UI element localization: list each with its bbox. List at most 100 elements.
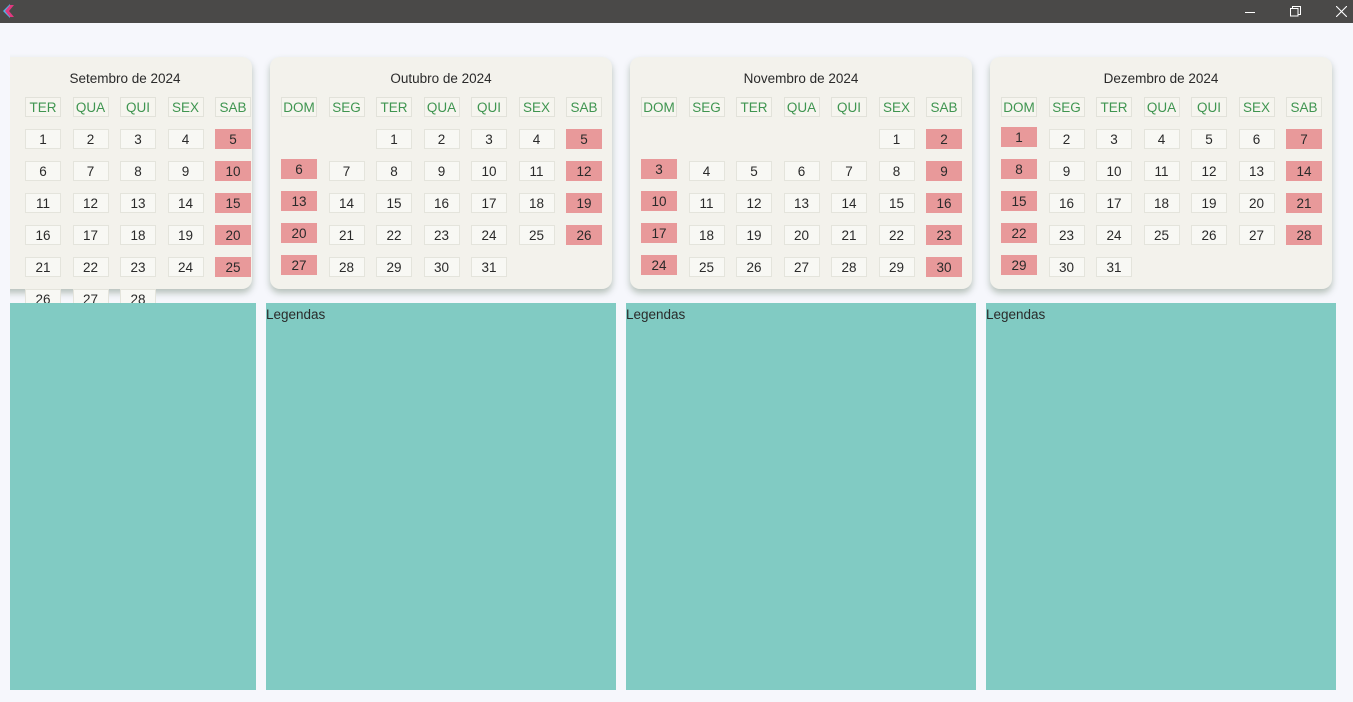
close-button[interactable]	[1321, 0, 1353, 23]
minimize-button[interactable]	[1230, 0, 1270, 23]
day-cell[interactable]: 7	[831, 161, 867, 181]
day-cell[interactable]: 18	[518, 193, 555, 213]
day-cell[interactable]: 13	[120, 193, 156, 213]
day-cell-weekend[interactable]: 26	[566, 225, 602, 245]
day-cell[interactable]: 23	[1048, 225, 1085, 245]
day-cell[interactable]: 3	[120, 129, 156, 149]
day-cell-weekend[interactable]: 16	[926, 193, 962, 213]
day-cell[interactable]: 24	[1096, 225, 1132, 245]
day-cell[interactable]: 16	[25, 225, 61, 245]
day-cell[interactable]: 26	[736, 257, 772, 277]
day-cell[interactable]: 18	[688, 225, 725, 245]
day-cell[interactable]: 2	[1048, 129, 1085, 149]
day-cell[interactable]: 15	[878, 193, 915, 213]
day-cell[interactable]: 8	[878, 161, 915, 181]
day-cell[interactable]: 8	[120, 161, 156, 181]
day-cell[interactable]: 23	[423, 225, 460, 245]
day-cell[interactable]: 16	[1048, 193, 1085, 213]
day-cell[interactable]: 3	[1096, 129, 1132, 149]
day-cell[interactable]: 4	[167, 129, 204, 149]
day-cell-weekend[interactable]: 13	[281, 191, 317, 211]
day-cell-weekend[interactable]: 5	[215, 129, 251, 149]
day-cell-weekend[interactable]: 2	[926, 129, 962, 149]
day-cell[interactable]: 25	[518, 225, 555, 245]
day-cell[interactable]: 23	[120, 257, 156, 277]
day-cell[interactable]: 19	[1191, 193, 1227, 213]
day-cell-weekend[interactable]: 29	[1001, 255, 1037, 275]
day-cell-weekend[interactable]: 23	[926, 225, 962, 245]
day-cell-weekend[interactable]: 24	[641, 255, 677, 275]
day-cell-weekend[interactable]: 8	[1001, 159, 1037, 179]
day-cell-weekend[interactable]: 25	[215, 257, 251, 277]
day-cell[interactable]: 20	[1238, 193, 1275, 213]
day-cell[interactable]: 28	[831, 257, 867, 277]
day-cell[interactable]: 9	[167, 161, 204, 181]
day-cell[interactable]: 11	[688, 193, 725, 213]
day-cell[interactable]: 5	[736, 161, 772, 181]
day-cell[interactable]: 18	[1143, 193, 1180, 213]
day-cell[interactable]: 29	[376, 257, 412, 277]
day-cell-weekend[interactable]: 12	[566, 161, 602, 181]
day-cell[interactable]: 6	[1238, 129, 1275, 149]
day-cell[interactable]: 3	[471, 129, 507, 149]
day-cell-weekend[interactable]: 1	[1001, 127, 1037, 147]
day-cell[interactable]: 20	[783, 225, 820, 245]
day-cell[interactable]: 11	[1143, 161, 1180, 181]
day-cell-weekend[interactable]: 22	[1001, 223, 1037, 243]
day-cell[interactable]: 22	[72, 257, 109, 277]
day-cell[interactable]: 6	[25, 161, 61, 181]
day-cell[interactable]: 19	[167, 225, 204, 245]
day-cell[interactable]: 1	[878, 129, 915, 149]
day-cell[interactable]: 21	[328, 225, 365, 245]
day-cell-weekend[interactable]: 5	[566, 129, 602, 149]
day-cell[interactable]: 21	[831, 225, 867, 245]
day-cell[interactable]: 4	[688, 161, 725, 181]
day-cell[interactable]: 4	[518, 129, 555, 149]
day-cell[interactable]: 4	[1143, 129, 1180, 149]
day-cell[interactable]: 13	[1238, 161, 1275, 181]
day-cell[interactable]: 18	[120, 225, 156, 245]
day-cell[interactable]: 16	[423, 193, 460, 213]
day-cell[interactable]: 25	[1143, 225, 1180, 245]
day-cell[interactable]: 19	[736, 225, 772, 245]
day-cell-weekend[interactable]: 28	[1286, 225, 1322, 245]
day-cell[interactable]: 26	[1191, 225, 1227, 245]
day-cell[interactable]: 10	[471, 161, 507, 181]
day-cell[interactable]: 8	[376, 161, 412, 181]
day-cell-weekend[interactable]: 15	[1001, 191, 1037, 211]
day-cell-weekend[interactable]: 6	[281, 159, 317, 179]
day-cell[interactable]: 15	[376, 193, 412, 213]
day-cell-weekend[interactable]: 10	[641, 191, 677, 211]
day-cell[interactable]: 24	[471, 225, 507, 245]
day-cell[interactable]: 31	[1096, 257, 1132, 277]
day-cell-weekend[interactable]: 3	[641, 159, 677, 179]
day-cell-weekend[interactable]: 20	[281, 223, 317, 243]
day-cell-weekend[interactable]: 10	[215, 161, 251, 181]
day-cell-weekend[interactable]: 19	[566, 193, 602, 213]
day-cell[interactable]: 25	[688, 257, 725, 277]
day-cell[interactable]: 14	[831, 193, 867, 213]
day-cell[interactable]: 1	[25, 129, 61, 149]
day-cell[interactable]: 22	[376, 225, 412, 245]
day-cell[interactable]: 7	[328, 161, 365, 181]
day-cell[interactable]: 12	[736, 193, 772, 213]
day-cell[interactable]: 17	[72, 225, 109, 245]
day-cell[interactable]: 22	[878, 225, 915, 245]
day-cell[interactable]: 10	[1096, 161, 1132, 181]
day-cell-weekend[interactable]: 15	[215, 193, 251, 213]
day-cell[interactable]: 17	[471, 193, 507, 213]
day-cell-weekend[interactable]: 27	[281, 255, 317, 275]
day-cell[interactable]: 17	[1096, 193, 1132, 213]
day-cell[interactable]: 1	[376, 129, 412, 149]
restore-button[interactable]	[1275, 0, 1315, 23]
day-cell[interactable]: 27	[783, 257, 820, 277]
day-cell[interactable]: 11	[518, 161, 555, 181]
day-cell[interactable]: 2	[423, 129, 460, 149]
day-cell-weekend[interactable]: 9	[926, 161, 962, 181]
day-cell[interactable]: 9	[1048, 161, 1085, 181]
day-cell[interactable]: 30	[1048, 257, 1085, 277]
day-cell[interactable]: 9	[423, 161, 460, 181]
day-cell[interactable]: 12	[72, 193, 109, 213]
day-cell[interactable]: 12	[1191, 161, 1227, 181]
day-cell-weekend[interactable]: 30	[926, 257, 962, 277]
